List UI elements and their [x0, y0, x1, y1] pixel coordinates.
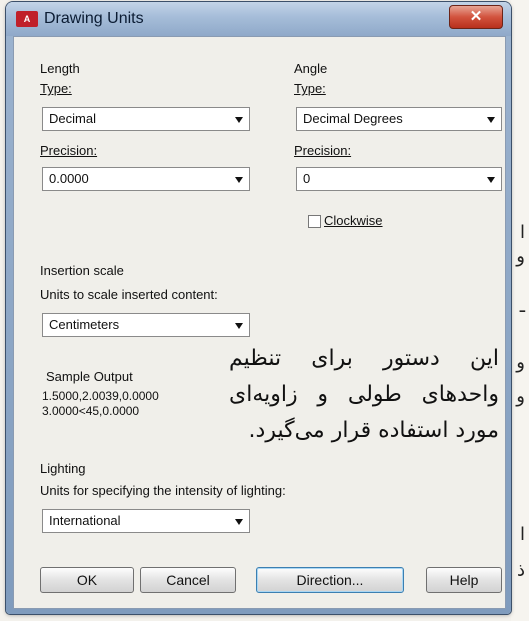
dialog-title: Drawing Units — [44, 10, 144, 27]
insertion-units-value: Centimeters — [49, 317, 120, 332]
edge-glyph: ـ — [519, 296, 525, 317]
chevron-down-icon — [487, 117, 495, 123]
angle-precision-label: Precision: — [294, 143, 352, 158]
insertion-units-select[interactable]: Centimeters — [42, 313, 250, 337]
length-type-value: Decimal — [49, 111, 96, 126]
chevron-down-icon — [235, 323, 243, 329]
sample-output-line-2: 3.0000<45,0.0000 — [42, 404, 140, 418]
angle-type-select[interactable]: Decimal Degrees — [296, 107, 502, 131]
insertion-scale-group-label: Insertion scale — [40, 263, 124, 278]
ok-button[interactable]: OK — [40, 567, 134, 593]
chevron-down-icon — [235, 519, 243, 525]
direction-button[interactable]: Direction... — [256, 567, 404, 593]
cancel-button[interactable]: Cancel — [140, 567, 236, 593]
length-precision-value: 0.0000 — [49, 171, 89, 186]
length-precision-label: Precision: — [40, 143, 98, 158]
edge-glyph: ذ — [516, 560, 525, 581]
lighting-units-select[interactable]: International — [42, 509, 250, 533]
chevron-down-icon — [235, 177, 243, 183]
autocad-app-icon: A — [16, 11, 38, 27]
angle-precision-value: 0 — [303, 171, 311, 186]
edge-glyph: و — [516, 246, 525, 267]
help-button[interactable]: Help — [426, 567, 502, 593]
title-bar[interactable]: A Drawing Units ✕ — [6, 2, 511, 36]
chevron-down-icon — [487, 177, 495, 183]
length-type-select[interactable]: Decimal — [42, 107, 250, 131]
edge-glyph: ا — [519, 524, 525, 545]
insertion-units-label: Units to scale inserted content: — [40, 287, 218, 302]
lighting-units-label: Units for specifying the intensity of li… — [40, 483, 286, 498]
angle-group-label: Angle — [294, 61, 328, 76]
drawing-units-dialog: A Drawing Units ✕ Length Type: Decimal P… — [6, 2, 511, 614]
lighting-units-value: International — [49, 513, 121, 528]
edge-glyph: ا — [519, 222, 525, 243]
clockwise-checkbox[interactable] — [308, 215, 321, 228]
lighting-group-label: Lighting — [40, 461, 86, 476]
close-button[interactable]: ✕ — [449, 5, 503, 29]
chevron-down-icon — [235, 117, 243, 123]
angle-type-value: Decimal Degrees — [303, 111, 403, 126]
length-precision-select[interactable]: 0.0000 — [42, 167, 250, 191]
angle-precision-select[interactable]: 0 — [296, 167, 502, 191]
clipped-page-edge: ا و ـ و و ا ذ — [511, 0, 529, 621]
length-type-label: Type: — [40, 81, 72, 96]
persian-caption: این دستور برای تنظیم واحدهای طولی و زاوی… — [229, 346, 499, 443]
dialog-body: Length Type: Decimal Precision: 0.0000 A… — [13, 36, 506, 609]
length-group-label: Length — [40, 61, 80, 76]
sample-output-label: Sample Output — [46, 369, 133, 384]
angle-type-label: Type: — [294, 81, 326, 96]
clockwise-label[interactable]: Clockwise — [324, 213, 383, 228]
close-icon: ✕ — [469, 8, 483, 25]
sample-output-line-1: 1.5000,2.0039,0.0000 — [42, 389, 159, 403]
edge-glyph: و — [516, 352, 525, 373]
edge-glyph: و — [516, 386, 525, 407]
